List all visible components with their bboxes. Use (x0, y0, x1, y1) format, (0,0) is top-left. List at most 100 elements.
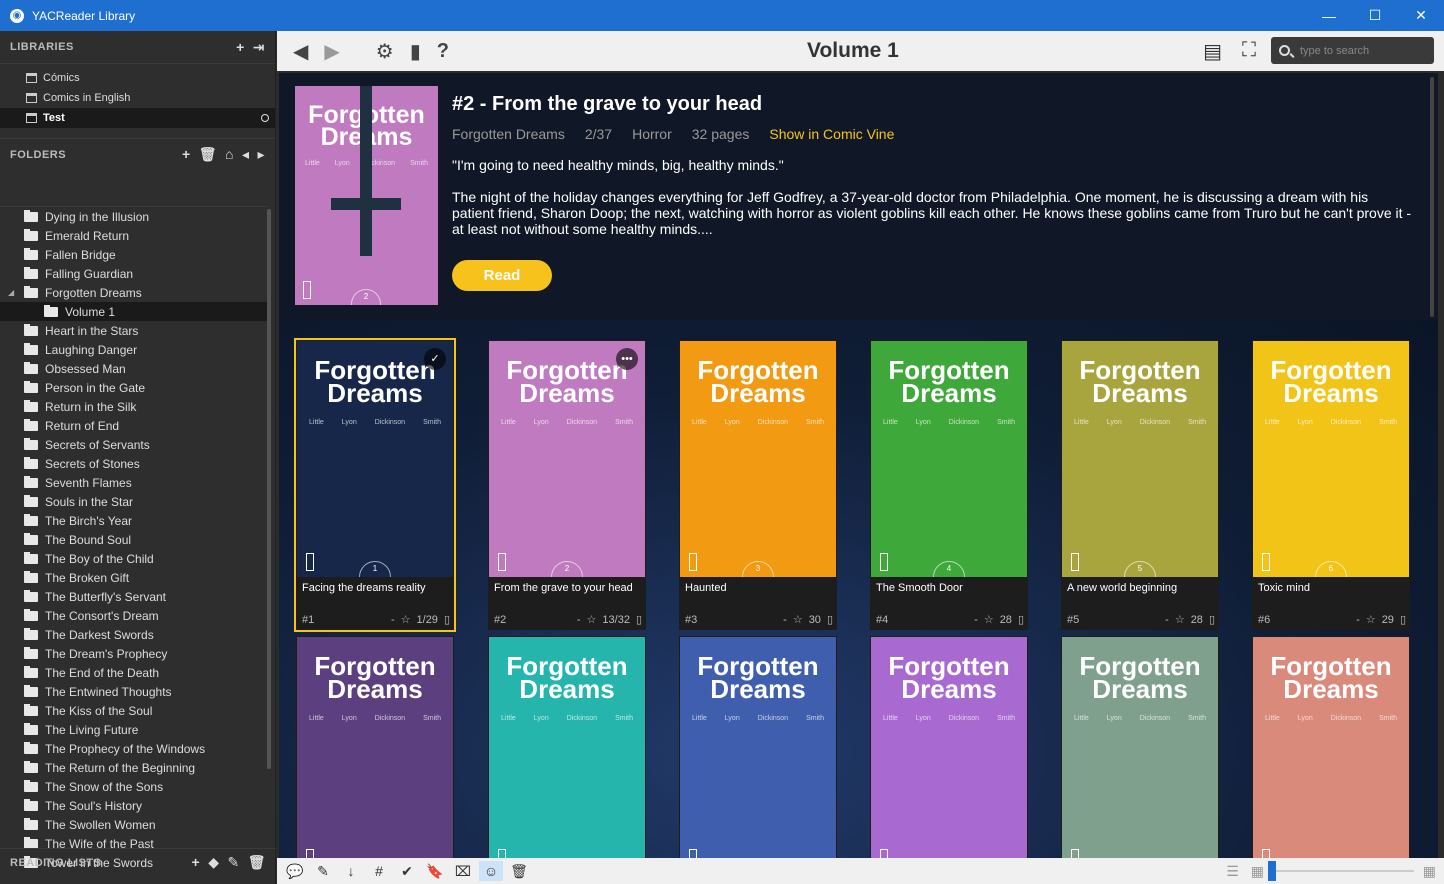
add-library-icon[interactable]: + (236, 39, 245, 56)
folder-item[interactable]: The Birch's Year (0, 511, 268, 530)
home-icon[interactable]: ⌂ (225, 146, 234, 163)
library-item[interactable]: Comics in English (0, 88, 275, 108)
zoom-slider-handle[interactable] (1268, 861, 1276, 881)
comic-cover[interactable]: Forgotten Dreams Little Lyon Dickinson Smith (680, 637, 836, 858)
library-item[interactable]: Cómics (0, 68, 275, 88)
folder-item[interactable]: ◢ Forgotten Dreams (0, 283, 268, 302)
folder-item[interactable]: The Dream's Prophecy (0, 644, 268, 663)
open-library-icon[interactable]: ⇥ (253, 39, 265, 56)
expanded-arrow-icon[interactable]: ◢ (8, 288, 14, 297)
minimize-button[interactable]: — (1306, 0, 1352, 31)
folder-item[interactable]: Obsessed Man (0, 359, 268, 378)
comic-card[interactable]: Forgotten Dreams Little Lyon Dickinson Smith (1252, 636, 1410, 858)
comic-card[interactable]: Forgotten Dreams Little Lyon Dickinson Smith 2… (488, 340, 646, 630)
folder-item[interactable]: Laughing Danger (0, 340, 268, 359)
star-icon[interactable]: ☆ (984, 613, 994, 626)
comic-card[interactable]: Forgotten Dreams Little Lyon Dickinson Smith (870, 636, 1028, 858)
folder-item[interactable]: Falling Guardian (0, 264, 268, 283)
comment-icon[interactable]: 💬 (283, 861, 307, 881)
comic-cover[interactable]: Forgotten Dreams Little Lyon Dickinson Smith (871, 637, 1027, 858)
hash-icon[interactable]: # (367, 861, 391, 881)
comic-cover[interactable]: Forgotten Dreams Little Lyon Dickinson Smith 5 (1062, 341, 1218, 577)
comic-card[interactable]: Forgotten Dreams Little Lyon Dickinson Smith (1061, 636, 1219, 858)
comic-cover[interactable]: Forgotten Dreams Little Lyon Dickinson Smith 6 (1253, 341, 1409, 577)
library-item[interactable]: Test (0, 108, 275, 128)
comic-cover[interactable]: Forgotten Dreams Little Lyon Dickinson Smith 1 (297, 341, 453, 577)
comic-cover[interactable]: Forgotten Dreams Little Lyon Dickinson Smith (489, 637, 645, 858)
star-icon[interactable]: ☆ (401, 613, 411, 626)
edit-comic-icon[interactable]: ✎ (311, 861, 335, 881)
zoom-slider[interactable] (1268, 861, 1414, 881)
star-icon[interactable]: ☆ (587, 613, 597, 626)
download-icon[interactable]: ↓ (339, 861, 363, 881)
trash-icon[interactable]: 🗑 (507, 861, 531, 881)
folder-item[interactable]: The End of the Death (0, 663, 268, 682)
folder-item[interactable]: Return in the Silk (0, 397, 268, 416)
forward-icon[interactable]: ▶ (324, 39, 339, 64)
bookmark-remove-icon[interactable]: ⌧ (451, 861, 475, 881)
main-scrollbar[interactable] (1430, 77, 1434, 317)
folder-item[interactable]: Emerald Return (0, 226, 268, 245)
comic-cover[interactable]: Forgotten Dreams Little Lyon Dickinson Smith (1062, 637, 1218, 858)
sidebar-scrollbar[interactable] (267, 209, 271, 769)
star-icon[interactable]: ☆ (793, 613, 803, 626)
folder-item[interactable]: The Kiss of the Soul (0, 701, 268, 720)
folder-item[interactable]: The Consort's Dream (0, 606, 268, 625)
list-view-icon[interactable]: ▤ (1203, 39, 1222, 64)
back-icon[interactable]: ◀ (293, 39, 308, 64)
folder-item[interactable]: The Return of the Beginning (0, 758, 268, 777)
close-button[interactable]: ✕ (1398, 0, 1444, 31)
fullscreen-icon[interactable]: ⛶ (1242, 39, 1256, 64)
folder-item[interactable]: Heart in the Stars (0, 321, 268, 340)
search-input[interactable] (1300, 44, 1420, 57)
folder-item[interactable]: The Butterfly's Servant (0, 587, 268, 606)
add-folder-icon[interactable]: + (182, 146, 191, 163)
folder-item[interactable]: Return of End (0, 416, 268, 435)
comic-cover[interactable]: Forgotten Dreams Little Lyon Dickinson Smith (1253, 637, 1409, 858)
folder-item[interactable]: The Bound Soul (0, 530, 268, 549)
folder-item[interactable]: Fallen Bridge (0, 245, 268, 264)
folder-item[interactable]: The Broken Gift (0, 568, 268, 587)
comic-card[interactable]: Forgotten Dreams Little Lyon Dickinson Smith 1… (294, 338, 456, 632)
folder-item[interactable]: The Snow of the Sons (0, 777, 268, 796)
folder-item[interactable]: Person in the Gate (0, 378, 268, 397)
folder-item[interactable]: The Soul's History (0, 796, 268, 815)
folder-item[interactable]: The Entwined Thoughts (0, 682, 268, 701)
add-reading-list-icon[interactable]: + (192, 854, 201, 871)
comic-card[interactable]: Forgotten Dreams Little Lyon Dickinson Smith 4… (870, 340, 1028, 630)
folder-item[interactable]: The Darkest Swords (0, 625, 268, 644)
comic-card[interactable]: Forgotten Dreams Little Lyon Dickinson Smith 3… (679, 340, 837, 630)
delete-list-icon[interactable]: 🗑 (248, 854, 266, 871)
server-icon[interactable]: ▮ (410, 39, 421, 64)
folder-item[interactable]: Souls in the Star (0, 492, 268, 511)
comic-cover[interactable]: Forgotten Dreams Little Lyon Dickinson Smith 4 (871, 341, 1027, 577)
expand-icon[interactable]: ▸ (257, 146, 265, 163)
bookmark-icon[interactable]: 🔖 (423, 861, 447, 881)
comic-cover[interactable]: Forgotten Dreams Little Lyon Dickinson Smith (297, 637, 453, 858)
folder-item[interactable]: Secrets of Servants (0, 435, 268, 454)
edit-icon[interactable]: ✎ (227, 854, 239, 871)
folder-item[interactable]: Volume 1 (0, 302, 268, 321)
list-mode-icon[interactable]: ☰ (1226, 863, 1239, 880)
search-box[interactable] (1271, 37, 1434, 64)
comic-vine-link[interactable]: Show in Comic Vine (769, 126, 894, 142)
maximize-button[interactable]: ☐ (1352, 0, 1398, 31)
comic-card[interactable]: Forgotten Dreams Little Lyon Dickinson Smith 6… (1252, 340, 1410, 630)
star-icon[interactable]: ☆ (1175, 613, 1185, 626)
help-icon[interactable]: ? (437, 40, 449, 63)
mark-read-icon[interactable]: ✔ (395, 861, 419, 881)
star-icon[interactable]: ☆ (1366, 613, 1376, 626)
comic-card[interactable]: Forgotten Dreams Little Lyon Dickinson Smith (679, 636, 837, 858)
comic-card[interactable]: Forgotten Dreams Little Lyon Dickinson Smith 5… (1061, 340, 1219, 630)
large-grid-icon[interactable]: ▦ (1423, 863, 1436, 880)
tag-icon[interactable]: ◆ (208, 854, 219, 871)
grid-mode-icon[interactable]: ▦ (1251, 863, 1264, 880)
delete-folder-icon[interactable]: 🗑 (199, 146, 217, 163)
folder-item[interactable]: Seventh Flames (0, 473, 268, 492)
comic-cover[interactable]: Forgotten Dreams Little Lyon Dickinson Smith 3 (680, 341, 836, 577)
folder-item[interactable]: Dying in the Illusion (0, 207, 268, 226)
settings-icon[interactable]: ⚙ (376, 39, 394, 64)
read-check-icon[interactable]: ✓ (424, 348, 446, 370)
folder-item[interactable]: The Living Future (0, 720, 268, 739)
folder-item[interactable]: The Prophecy of the Windows (0, 739, 268, 758)
